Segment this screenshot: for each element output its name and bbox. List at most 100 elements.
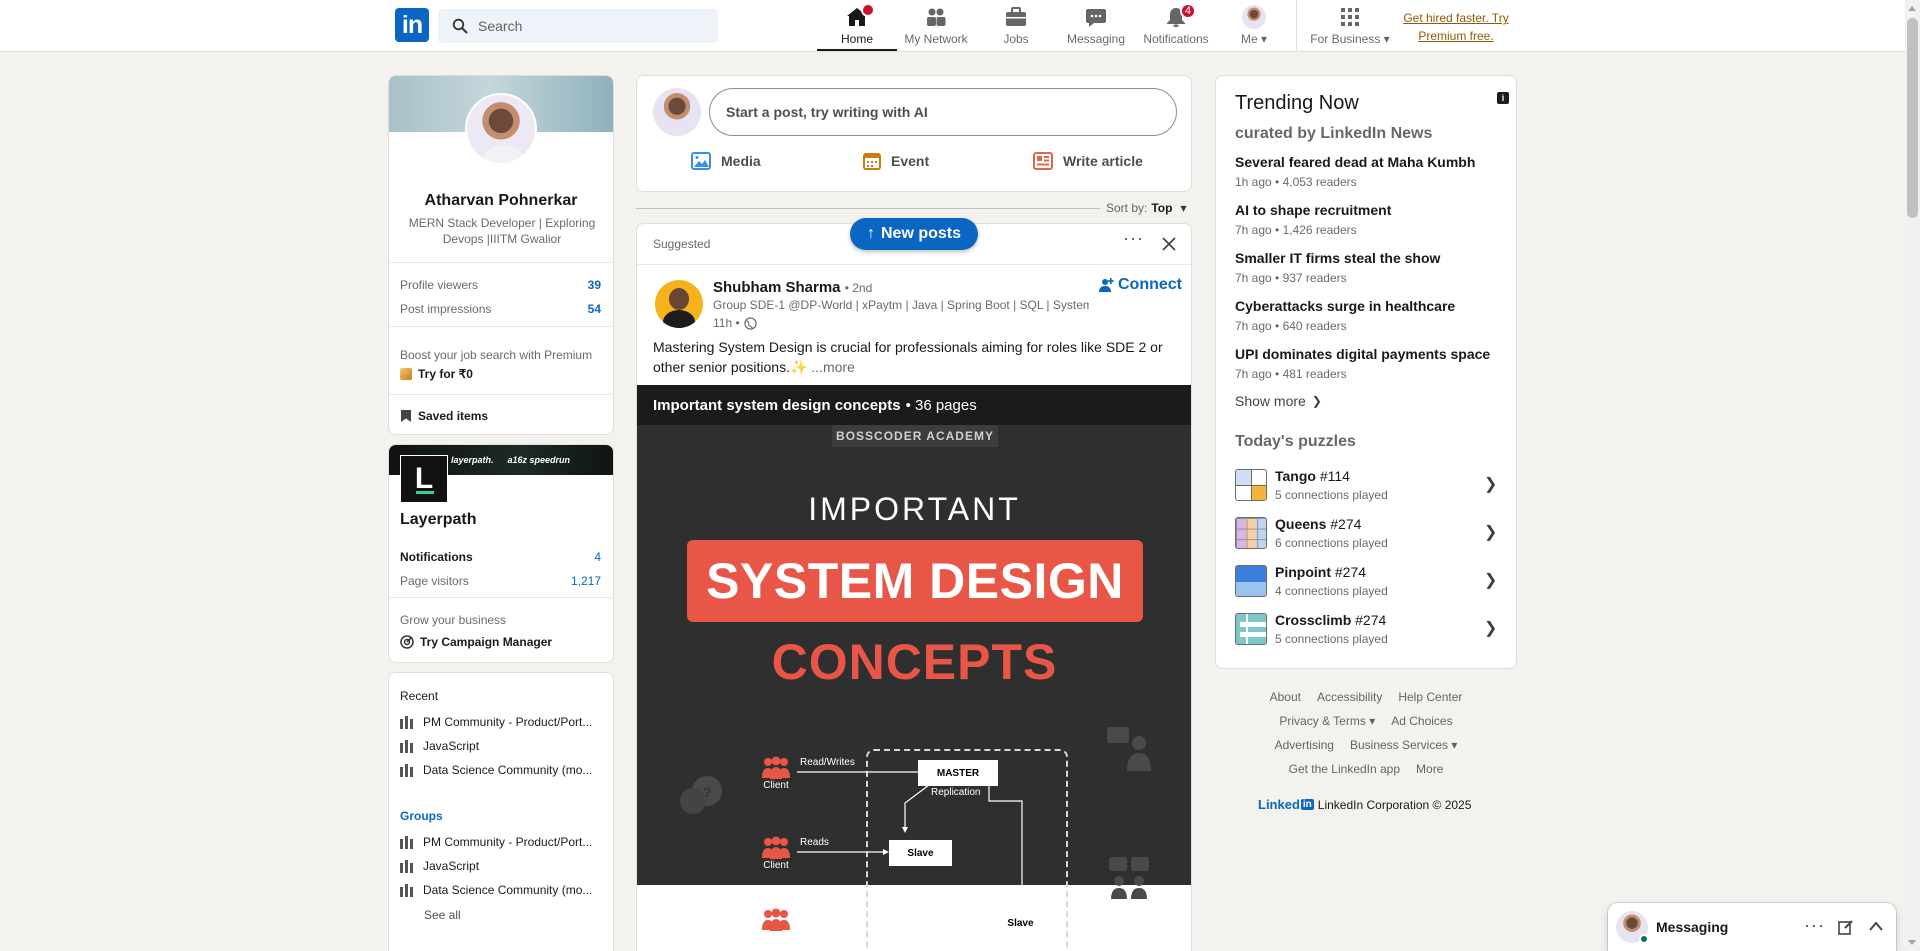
puzzle-name[interactable]: Crossclimb #274 — [1275, 612, 1386, 628]
footer-link-advertising[interactable]: Advertising — [1275, 738, 1334, 752]
connection-degree: • 2nd — [844, 281, 873, 295]
chevron-right-icon[interactable]: ❯ — [1484, 474, 1497, 494]
home-notification-dot — [861, 3, 875, 17]
scroll-up-icon[interactable] — [1908, 6, 1916, 11]
groups-link[interactable]: Groups — [400, 809, 443, 823]
premium-link[interactable]: Get hired faster. Try Premium free. — [1396, 9, 1516, 45]
sort-dropdown[interactable]: Sort by: Top ▾ — [1106, 201, 1187, 215]
info-icon[interactable]: i — [1497, 92, 1509, 104]
puzzle-name[interactable]: Pinpoint #274 — [1275, 564, 1366, 580]
chevron-right-icon[interactable]: ❯ — [1484, 618, 1497, 638]
recent-item[interactable]: JavaScript — [400, 739, 479, 753]
news-item-meta: 7h ago • 937 readers — [1235, 271, 1347, 285]
campaign-manager-link[interactable]: Try Campaign Manager — [400, 635, 552, 649]
bookmark-icon — [401, 410, 411, 422]
puzzle-name[interactable]: Tango #114 — [1275, 468, 1350, 484]
saved-items-link[interactable]: Saved items — [400, 409, 488, 423]
stat-post-impressions[interactable]: Post impressions 54 — [400, 302, 601, 316]
news-item-title[interactable]: UPI dominates digital payments space — [1235, 346, 1490, 362]
news-item-meta: 7h ago • 1,426 readers — [1235, 223, 1357, 237]
diagram-arrows — [797, 769, 1023, 885]
try-premium-link[interactable]: Try for ₹0 — [400, 367, 473, 381]
sort-value: Top — [1151, 201, 1173, 215]
footer-link-app[interactable]: Get the LinkedIn app — [1289, 762, 1400, 776]
search-input[interactable]: Search — [438, 9, 718, 43]
nav-my-network[interactable]: My Network — [896, 5, 976, 51]
show-more-button[interactable]: Show more ❯ — [1235, 393, 1322, 409]
compose-icon[interactable] — [1838, 919, 1854, 935]
premium-icon — [400, 368, 412, 380]
see-all-link[interactable]: See all — [424, 908, 461, 922]
stat-profile-viewers[interactable]: Profile viewers 39 — [400, 278, 601, 292]
close-icon[interactable] — [1161, 236, 1177, 252]
footer-link-help[interactable]: Help Center — [1398, 690, 1462, 704]
news-item-title[interactable]: Cyberattacks surge in healthcare — [1235, 298, 1455, 314]
more-options-icon[interactable]: ··· — [1804, 915, 1825, 936]
divider — [389, 394, 613, 395]
write-article-button[interactable]: Write article — [1033, 152, 1143, 170]
profile-name[interactable]: Atharvan Pohnerkar — [389, 192, 613, 210]
nav-notifications[interactable]: 4 Notifications — [1136, 3, 1216, 51]
document-viewer[interactable]: Important system design concepts • 36 pa… — [637, 385, 1191, 951]
news-item-title[interactable]: AI to shape recruitment — [1235, 202, 1391, 218]
group-item[interactable]: JavaScript — [400, 859, 479, 873]
copyright: LinkedIn Corporation © 2025 — [1317, 797, 1472, 812]
more-options-icon[interactable]: ··· — [1123, 228, 1144, 249]
chevron-right-icon[interactable]: ❯ — [1484, 522, 1497, 542]
caret-down-icon: ▾ — [1180, 201, 1187, 215]
document-title-bar: Important system design concepts • 36 pa… — [637, 385, 1191, 425]
replication-label: Replication — [931, 787, 981, 798]
start-post-button[interactable]: Start a post, try writing with AI — [709, 88, 1177, 136]
users-icon — [762, 756, 790, 779]
pinpoint-icon — [1235, 565, 1267, 597]
event-button[interactable]: Event — [863, 152, 929, 170]
footer-link-privacy[interactable]: Privacy & Terms ▾ — [1279, 714, 1375, 728]
footer-link-ad-choices[interactable]: Ad Choices — [1391, 714, 1452, 728]
see-more-link[interactable]: ...more — [811, 359, 855, 375]
footer-brand: Linked in LinkedIn Corporation © 2025 — [1258, 797, 1471, 812]
author-headline: Group SDE-1 @DP-World | xPaytm | Java | … — [713, 298, 1089, 312]
profile-avatar[interactable] — [465, 93, 537, 165]
profile-card: Atharvan Pohnerkar MERN Stack Developer … — [388, 75, 614, 435]
news-item-title[interactable]: Smaller IT firms steal the show — [1235, 250, 1440, 266]
footer-link-about[interactable]: About — [1270, 690, 1301, 704]
footer-link-more[interactable]: More — [1416, 762, 1443, 776]
group-item[interactable]: Data Science Community (mo... — [400, 883, 592, 897]
messaging-overlay[interactable]: Messaging ··· — [1608, 903, 1896, 951]
footer-link-business[interactable]: Business Services ▾ — [1350, 738, 1457, 752]
nav-divider — [1296, 0, 1297, 52]
chevron-up-icon[interactable] — [1868, 920, 1884, 932]
recent-item[interactable]: PM Community - Product/Port... — [400, 715, 592, 729]
new-posts-button[interactable]: ↑ New posts — [850, 218, 978, 250]
author-name[interactable]: Shubham Sharma • 2nd — [713, 279, 872, 296]
online-indicator — [1639, 934, 1649, 944]
scrollbar-thumb[interactable] — [1907, 18, 1918, 218]
footer-link-accessibility[interactable]: Accessibility — [1317, 690, 1382, 704]
page-logo[interactable]: L — [400, 455, 448, 503]
client-node: Client — [756, 756, 796, 791]
puzzle-name[interactable]: Queens #274 — [1275, 516, 1361, 532]
nav-for-business[interactable]: For Business ▾ — [1307, 5, 1393, 51]
stat-notifications[interactable]: Notifications 4 — [400, 550, 601, 564]
linkedin-logo[interactable]: in — [395, 8, 429, 42]
author-avatar[interactable] — [655, 280, 703, 328]
scroll-down-icon[interactable] — [1908, 940, 1916, 945]
stat-page-visitors[interactable]: Page visitors 1,217 — [400, 574, 601, 588]
divider — [389, 597, 613, 598]
nav-messaging[interactable]: Messaging — [1056, 5, 1136, 51]
nav-jobs[interactable]: Jobs — [976, 5, 1056, 51]
chevron-right-icon[interactable]: ❯ — [1484, 570, 1497, 590]
recent-item[interactable]: Data Science Community (mo... — [400, 763, 592, 777]
group-icon — [400, 883, 413, 897]
share-avatar[interactable] — [653, 88, 701, 136]
media-button[interactable]: Media — [691, 152, 761, 170]
footer-row: Advertising Business Services ▾ — [1215, 738, 1517, 752]
stat-value: 54 — [587, 302, 601, 316]
connect-button[interactable]: Connect — [1098, 276, 1182, 294]
news-item-title[interactable]: Several feared dead at Maha Kumbh — [1235, 154, 1475, 170]
nav-home[interactable]: Home — [817, 3, 897, 51]
page-name[interactable]: Layerpath — [400, 511, 476, 529]
nav-me[interactable]: Me ▾ — [1214, 5, 1294, 51]
group-icon — [400, 715, 413, 729]
group-item[interactable]: PM Community - Product/Port... — [400, 835, 592, 849]
